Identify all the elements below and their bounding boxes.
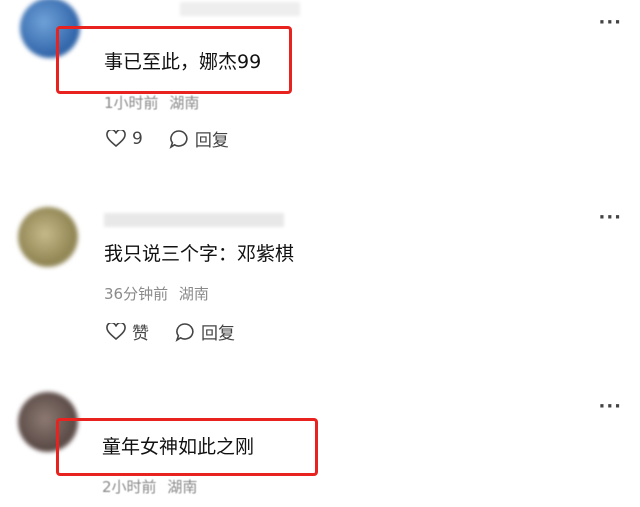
comment-location: 湖南 bbox=[178, 285, 209, 303]
more-icon[interactable]: ··· bbox=[598, 398, 622, 416]
comment-actions: 9 回复 bbox=[106, 126, 255, 151]
comment-item: ··· 童年女神如此之刚 2小时前 湖南 bbox=[0, 380, 640, 507]
username-blurred bbox=[180, 2, 300, 16]
comment-time: 2小时前 bbox=[102, 478, 157, 496]
more-icon[interactable]: ··· bbox=[598, 14, 622, 32]
reply-label: 回复 bbox=[201, 324, 235, 344]
reply-label: 回复 bbox=[194, 131, 229, 151]
comment-bubble-icon bbox=[169, 129, 188, 149]
heart-icon bbox=[106, 129, 126, 147]
comment-location: 湖南 bbox=[167, 478, 198, 496]
like-button[interactable]: 赞 bbox=[106, 319, 149, 344]
reply-button[interactable]: 回复 bbox=[169, 126, 229, 151]
username-blurred bbox=[104, 213, 284, 227]
comment-text: 我只说三个字：邓紫棋 bbox=[104, 243, 295, 265]
comment-bubble-icon bbox=[175, 322, 194, 342]
like-label: 赞 bbox=[132, 324, 149, 344]
comment-actions: 赞 回复 bbox=[106, 319, 261, 344]
comment-location: 湖南 bbox=[169, 94, 200, 112]
more-icon[interactable]: ··· bbox=[598, 209, 622, 227]
reply-button[interactable]: 回复 bbox=[175, 319, 235, 344]
comment-text: 事已至此，娜杰99 bbox=[104, 51, 262, 73]
comment-item: ··· 我只说三个字：邓紫棋 36分钟前 湖南 赞 回复 bbox=[0, 195, 640, 365]
comment-item: ··· 事已至此，娜杰99 1小时前 湖南 9 回复 bbox=[0, 0, 640, 180]
comment-text: 童年女神如此之刚 bbox=[102, 436, 255, 458]
avatar[interactable] bbox=[18, 207, 78, 267]
like-button[interactable]: 9 bbox=[106, 129, 143, 149]
comment-meta: 36分钟前 湖南 bbox=[104, 283, 209, 304]
comment-meta: 2小时前 湖南 bbox=[102, 476, 197, 497]
like-count: 9 bbox=[132, 128, 143, 149]
comment-meta: 1小时前 湖南 bbox=[104, 92, 199, 113]
heart-icon bbox=[106, 322, 126, 340]
comment-time: 36分钟前 bbox=[104, 285, 169, 303]
comment-time: 1小时前 bbox=[104, 94, 159, 112]
